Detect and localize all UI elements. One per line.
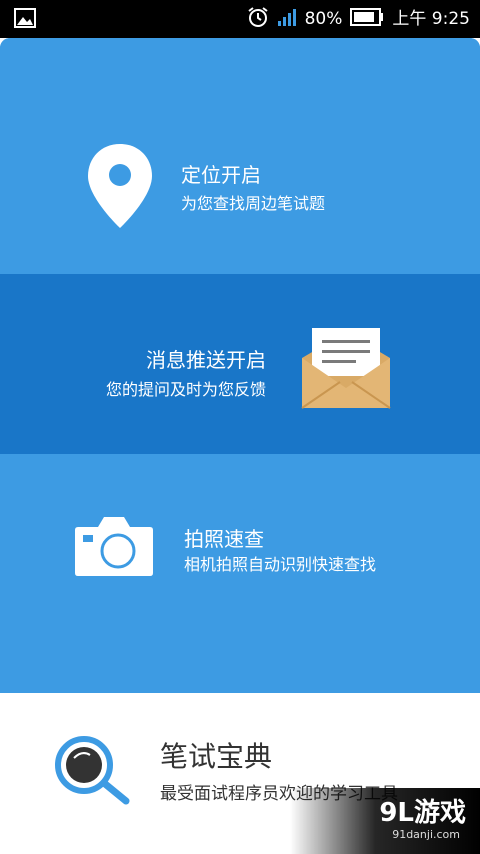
battery-percent: 80%	[304, 9, 343, 29]
gallery-icon	[14, 8, 36, 32]
location-pin-icon	[88, 144, 152, 228]
app-info: 笔试宝典 最受面试程序员欢迎的学习工具 9L游戏 91danji.com	[0, 693, 480, 854]
feature-subtitle: 您的提问及时为您反馈	[105, 380, 266, 399]
app-screen: 定位开启 为您查找周边笔试题 消息推送开启 您的提问及时为您反馈 拍照速查 相机…	[0, 38, 480, 854]
feature-title: 定位开启	[181, 163, 261, 187]
watermark: 9L游戏 91danji.com	[290, 788, 480, 854]
feature-title: 拍照速查	[184, 527, 264, 551]
signal-icon	[277, 7, 297, 31]
app-name: 笔试宝典	[160, 740, 273, 773]
status-bar: 80% 上午 9:25	[0, 0, 480, 38]
feature-push[interactable]: 消息推送开启 您的提问及时为您反馈	[0, 274, 480, 454]
feature-title: 消息推送开启	[146, 348, 266, 372]
envelope-icon	[301, 328, 391, 409]
app-logo-magnifier-icon	[55, 736, 130, 805]
camera-icon	[75, 517, 153, 576]
watermark-brand: 9L游戏	[379, 798, 466, 828]
watermark-site: 91danji.com	[392, 828, 460, 841]
alarm-icon	[247, 6, 269, 32]
clock: 上午 9:25	[392, 9, 470, 29]
feature-subtitle: 为您查找周边笔试题	[181, 194, 326, 213]
battery-icon	[350, 8, 384, 30]
feature-subtitle: 相机拍照自动识别快速查找	[184, 555, 377, 574]
feature-camera[interactable]: 拍照速查 相机拍照自动识别快速查找	[0, 454, 480, 693]
feature-location[interactable]: 定位开启 为您查找周边笔试题	[0, 38, 480, 274]
